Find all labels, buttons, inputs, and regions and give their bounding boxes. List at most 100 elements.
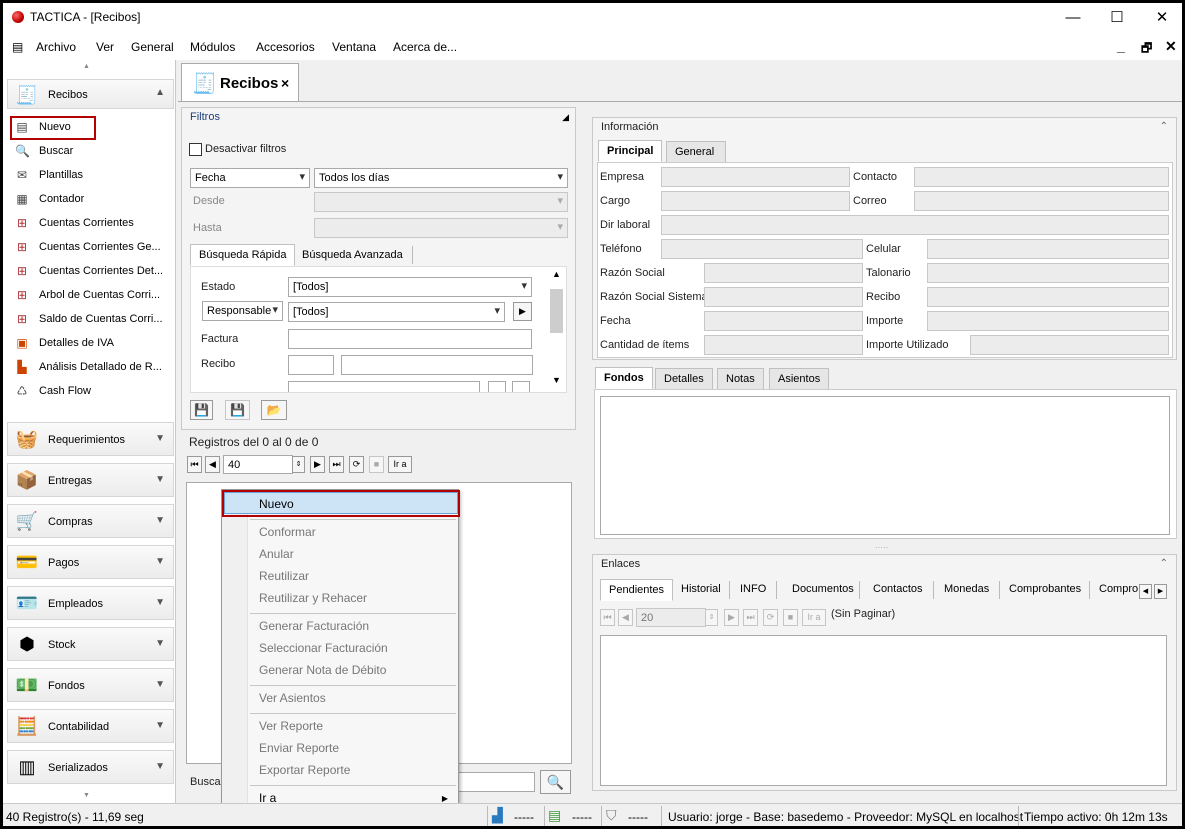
mdi-minimize-button[interactable]: _ — [1117, 38, 1125, 54]
ctx-conformar[interactable]: Conformar — [259, 525, 316, 539]
save-filter-button[interactable]: 💾 — [190, 400, 213, 420]
menu-acerca-de[interactable]: Acerca de... — [393, 40, 457, 54]
menu-modulos[interactable]: Módulos — [190, 40, 235, 54]
tab-pendientes[interactable]: Pendientes — [600, 579, 674, 601]
razon-social-sistema-input[interactable] — [704, 287, 863, 307]
menu-ver[interactable]: Ver — [96, 40, 114, 54]
menu-ventana[interactable]: Ventana — [332, 40, 376, 54]
date-field-select[interactable]: Fecha — [190, 168, 310, 188]
ctx-reutilizar-rehacer[interactable]: Reutilizar y Rehacer — [259, 591, 367, 605]
maximize-button[interactable]: ☐ — [1095, 5, 1139, 31]
ctx-seleccionar-facturacion[interactable]: Seleccionar Facturación — [259, 641, 388, 655]
sidebar-group-recibos[interactable]: 🧾 Recibos ▲ — [7, 79, 174, 109]
empresa-input[interactable] — [661, 167, 850, 187]
talonario-input[interactable] — [927, 263, 1169, 283]
factura-input[interactable] — [288, 329, 532, 349]
stop-icon[interactable]: ■ — [369, 456, 384, 473]
date-range-select[interactable]: Todos los días — [314, 168, 568, 188]
correo-input[interactable] — [914, 191, 1169, 211]
mdi-close-button[interactable]: ✕ — [1165, 38, 1177, 55]
tab-recibos[interactable]: 🧾 Recibos × — [181, 63, 299, 101]
ctx-enviar-reporte[interactable]: Enviar Reporte — [259, 741, 339, 755]
sidebar-group-requerimientos[interactable]: 🧺 Requerimientos ▼ — [7, 422, 174, 456]
tabs-scroll-right-icon[interactable]: ▶ — [1154, 584, 1167, 599]
celular-input[interactable] — [927, 239, 1169, 259]
sidebar-item-analisis-detallado[interactable]: ▙ Análisis Detallado de R... — [11, 357, 171, 379]
ctx-reutilizar[interactable]: Reutilizar — [259, 569, 309, 583]
sidebar-group-compras[interactable]: 🛒 Compras ▼ — [7, 504, 174, 538]
sidebar-item-contador[interactable]: ▦ Contador — [11, 189, 171, 211]
sidebar-item-cash-flow[interactable]: ♺ Cash Flow — [11, 381, 171, 403]
razon-social-input[interactable] — [704, 263, 863, 283]
last-page-button[interactable]: ⏭ — [743, 609, 758, 626]
contacto-input[interactable] — [914, 167, 1169, 187]
sidebar-group-entregas[interactable]: 📦 Entregas ▼ — [7, 463, 174, 497]
tabs-scroll-left-icon[interactable]: ◀ — [1139, 584, 1152, 599]
tab-detalles[interactable]: Detalles — [655, 368, 713, 390]
tab-historial[interactable]: Historial — [681, 583, 721, 595]
chevron-down-icon[interactable]: ▼ — [552, 375, 561, 385]
chevron-up-icon[interactable]: ⌃ — [1160, 558, 1168, 569]
enlaces-page-size-input[interactable]: 20 — [636, 608, 706, 627]
tab-compro[interactable]: Compro — [1099, 583, 1138, 595]
cargo-input[interactable] — [661, 191, 850, 211]
tab-asientos[interactable]: Asientos — [769, 368, 830, 390]
close-tab-icon[interactable]: × — [281, 75, 289, 91]
refresh-icon[interactable]: ⟳ — [349, 456, 364, 473]
sidebar-item-plantillas[interactable]: ✉ Plantillas — [11, 165, 171, 187]
sidebar-item-buscar[interactable]: 🔍 Buscar — [11, 141, 171, 163]
fondos-grid[interactable] — [600, 396, 1170, 535]
tab-busqueda-avanzada[interactable]: Búsqueda Avanzada — [302, 249, 403, 261]
responsable-next-button[interactable]: ▶ — [513, 302, 532, 321]
save-as-filter-button[interactable]: 💾 — [225, 400, 250, 420]
menu-general[interactable]: General — [131, 40, 174, 54]
responsable-select[interactable]: Responsable — [202, 301, 283, 321]
sidebar-item-detalles-iva[interactable]: ▣ Detalles de IVA — [11, 333, 171, 355]
search-input[interactable] — [455, 772, 535, 792]
prev-page-button[interactable]: ◀ — [205, 456, 220, 473]
telefono-input[interactable] — [661, 239, 863, 259]
sidebar-scroll-down-icon[interactable]: ▼ — [83, 792, 90, 799]
sidebar-group-fondos[interactable]: 💵 Fondos ▼ — [7, 668, 174, 702]
estado-select[interactable]: [Todos] — [288, 277, 532, 297]
info-recibo-input[interactable] — [927, 287, 1169, 307]
tab-general[interactable]: General — [666, 141, 726, 163]
minimize-button[interactable]: — — [1051, 5, 1095, 31]
sidebar-group-pagos[interactable]: 💳 Pagos ▼ — [7, 545, 174, 579]
sidebar-item-arbol-cuentas[interactable]: ⊞ Arbol de Cuentas Corri... — [11, 285, 171, 307]
mdi-restore-button[interactable]: 🗗 — [1141, 39, 1152, 60]
tab-fondos[interactable]: Fondos — [595, 367, 653, 389]
extra-button[interactable] — [488, 381, 506, 392]
ctx-generar-nota-debito[interactable]: Generar Nota de Débito — [259, 663, 386, 677]
ctx-exportar-reporte[interactable]: Exportar Reporte — [259, 763, 350, 777]
sidebar-group-serializados[interactable]: ▥ Serializados ▼ — [7, 750, 174, 784]
extra-input[interactable] — [288, 381, 480, 392]
last-page-button[interactable]: ⏭ — [329, 456, 344, 473]
filters-scrollbar[interactable]: ▲ ▼ — [549, 269, 564, 389]
ctx-anular[interactable]: Anular — [259, 547, 294, 561]
tab-info[interactable]: INFO — [740, 583, 766, 595]
enlaces-grid[interactable] — [600, 635, 1167, 786]
tab-contactos[interactable]: Contactos — [873, 583, 923, 595]
sidebar-group-stock[interactable]: ⬢ Stock ▼ — [7, 627, 174, 661]
chevron-up-icon[interactable]: ▲ — [552, 269, 561, 279]
tab-notas[interactable]: Notas — [717, 368, 764, 390]
first-page-button[interactable]: ⏮ — [187, 456, 202, 473]
close-button[interactable]: ✕ — [1140, 5, 1182, 31]
tab-busqueda-rapida[interactable]: Búsqueda Rápida — [190, 244, 296, 266]
sidebar-group-empleados[interactable]: 🪪 Empleados ▼ — [7, 586, 174, 620]
scrollbar-thumb[interactable] — [550, 289, 563, 333]
sidebar-item-cuentas-corrientes[interactable]: ⊞ Cuentas Corrientes — [11, 213, 171, 235]
recibo-number-input[interactable] — [341, 355, 533, 375]
importe-input[interactable] — [927, 311, 1169, 331]
ctx-nuevo[interactable]: Nuevo — [259, 497, 294, 511]
ctx-ver-reporte[interactable]: Ver Reporte — [259, 719, 323, 733]
sidebar-item-cuentas-corrientes-ge[interactable]: ⊞ Cuentas Corrientes Ge... — [11, 237, 171, 259]
collapse-icon[interactable]: ◢ — [562, 112, 569, 123]
tab-comprobantes[interactable]: Comprobantes — [1009, 583, 1081, 595]
menu-archivo[interactable]: Archivo — [36, 40, 76, 54]
prev-page-button[interactable]: ◀ — [618, 609, 633, 626]
from-date-input[interactable] — [314, 192, 568, 212]
menu-accesorios[interactable]: Accesorios — [256, 40, 315, 54]
disable-filters-checkbox[interactable] — [189, 143, 202, 156]
